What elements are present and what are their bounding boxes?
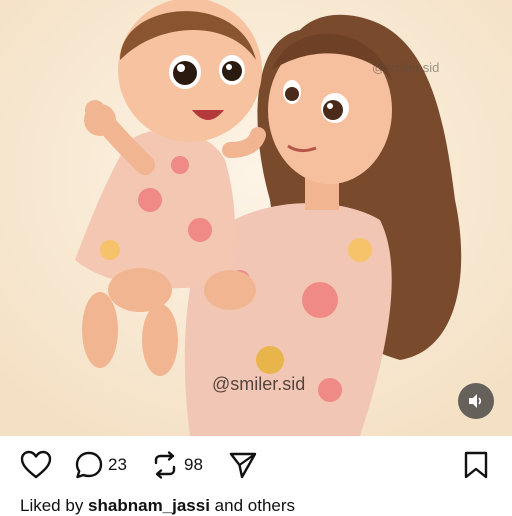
comment-count: 23 <box>108 455 127 474</box>
post-action-bar: 23 98 <box>0 436 512 496</box>
send-icon <box>229 452 257 479</box>
heart-icon <box>20 450 52 479</box>
comment-bubble-icon <box>75 451 103 479</box>
repost-count: 98 <box>184 455 203 474</box>
like-button[interactable] <box>20 450 52 480</box>
bookmark-icon <box>464 451 488 479</box>
liked-by-suffix[interactable]: and others <box>210 496 295 515</box>
repost-button[interactable]: 98 <box>150 450 203 480</box>
speaker-icon <box>469 394 482 408</box>
repost-icon <box>154 451 176 479</box>
mother-and-baby-illustration <box>0 0 512 436</box>
liked-by-user-link[interactable]: shabnam_jassi <box>88 496 210 515</box>
post-image[interactable]: @smiler.sid @smiler.sid <box>0 0 512 436</box>
liked-by-text: Liked by shabnam_jassi and others <box>20 496 295 516</box>
liked-by-prefix: Liked by <box>20 496 89 515</box>
comment-button[interactable]: 23 <box>74 450 127 480</box>
share-button[interactable] <box>228 450 258 480</box>
save-button[interactable] <box>462 450 490 480</box>
mute-toggle-button[interactable] <box>458 383 494 419</box>
